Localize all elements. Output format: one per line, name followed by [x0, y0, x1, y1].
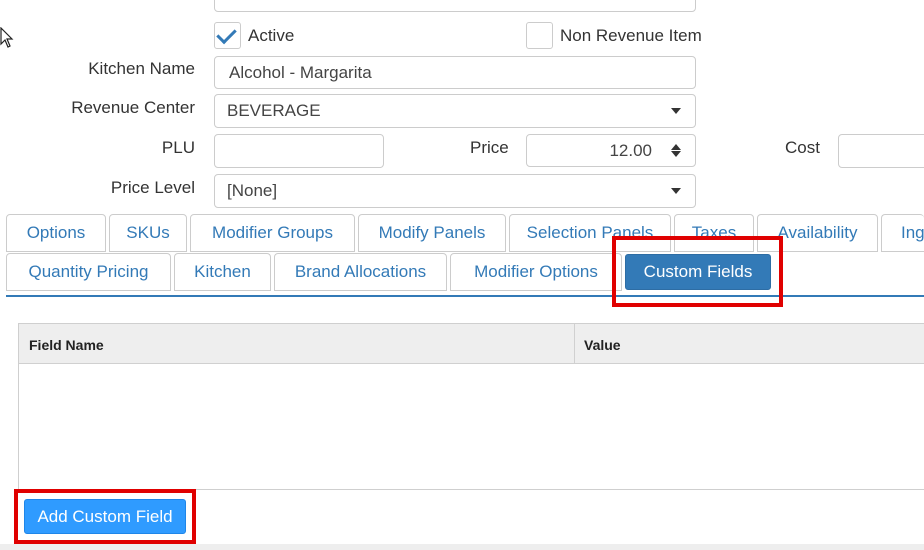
tab-label: Kitchen — [194, 262, 251, 281]
tab-quantity-pricing[interactable]: Quantity Pricing — [6, 253, 171, 291]
active-checkbox[interactable] — [214, 22, 241, 49]
column-separator — [574, 324, 575, 364]
revenue-center-label: Revenue Center — [71, 98, 195, 117]
mouse-cursor-icon — [0, 27, 14, 48]
tab-skus[interactable]: SKUs — [109, 214, 187, 252]
revenue-center-select[interactable]: BEVERAGE — [214, 94, 696, 128]
price-level-label: Price Level — [110, 178, 195, 197]
kitchen-name-label: Kitchen Name — [88, 59, 195, 78]
tab-label: Options — [26, 223, 86, 242]
tab-options[interactable]: Options — [6, 214, 106, 252]
plu-label: PLU — [161, 138, 195, 157]
tab-label: SKUs — [126, 223, 170, 242]
highlight-box-add-button — [14, 489, 196, 544]
tab-modifier-groups[interactable]: Modifier Groups — [190, 214, 355, 252]
revenue-center-value: BEVERAGE — [227, 101, 321, 120]
tab-label: Ing — [901, 223, 924, 242]
tab-label: Modifier Options — [474, 262, 598, 281]
highlight-box-custom-fields-tab — [612, 236, 783, 307]
caret-down-icon — [671, 108, 681, 114]
cost-input[interactable] — [838, 134, 924, 168]
cost-label: Cost — [785, 138, 820, 157]
price-input[interactable]: 12.00 — [526, 134, 696, 167]
tab-kitchen[interactable]: Kitchen — [174, 253, 271, 291]
custom-fields-table: Field Name Value — [18, 323, 924, 490]
column-header-field-name[interactable]: Field Name — [29, 337, 104, 353]
spinner-up-icon[interactable] — [671, 144, 681, 150]
tab-brand-allocations[interactable]: Brand Allocations — [274, 253, 447, 291]
active-label: Active — [248, 26, 295, 45]
tab-modify-panels[interactable]: Modify Panels — [358, 214, 506, 252]
caret-down-icon — [671, 188, 681, 194]
plu-input[interactable] — [214, 134, 384, 168]
footer-band — [0, 544, 924, 550]
non-revenue-label: Non Revenue Item — [560, 26, 702, 45]
kitchen-name-value: Alcohol - Margarita — [229, 62, 372, 82]
tab-ingredients[interactable]: Ing — [881, 214, 924, 252]
kitchen-name-input[interactable]: Alcohol - Margarita — [214, 56, 696, 89]
tab-label: Modify Panels — [378, 223, 486, 242]
price-level-value: [None] — [227, 181, 278, 200]
tab-label: Availability — [777, 223, 858, 242]
tab-modifier-options[interactable]: Modifier Options — [450, 253, 622, 291]
tab-label: Modifier Groups — [212, 223, 333, 242]
price-value: 12.00 — [609, 140, 652, 160]
tab-label: Quantity Pricing — [28, 262, 149, 281]
checkmark-icon — [216, 23, 237, 45]
non-revenue-checkbox[interactable] — [526, 22, 553, 49]
tab-divider — [6, 295, 924, 297]
table-header — [19, 324, 924, 364]
tab-label: Brand Allocations — [294, 262, 427, 281]
spinner-down-icon[interactable] — [671, 151, 681, 157]
description-input[interactable] — [214, 0, 696, 12]
price-level-select[interactable]: [None] — [214, 174, 696, 208]
column-header-value[interactable]: Value — [584, 337, 621, 353]
price-label: Price — [470, 138, 509, 157]
